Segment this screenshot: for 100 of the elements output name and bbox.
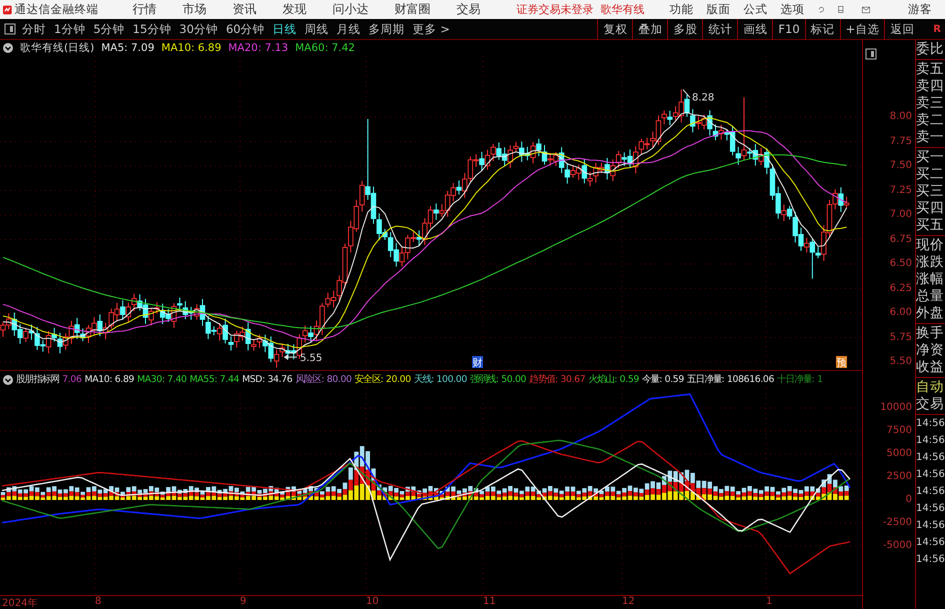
time-axis-label: 9: [240, 596, 246, 607]
indicator-value: 今量: 0.59: [642, 373, 684, 386]
indicator-value: 十日净量: 1: [777, 373, 823, 386]
time-axis-label: 2024年: [2, 597, 38, 609]
indicator-axis-label: -2500: [882, 517, 912, 529]
trade-time: 14:56: [916, 502, 945, 516]
trade-time: 14:56: [916, 519, 945, 533]
chart-title: 歌华有线(日线): [20, 41, 94, 55]
ma-legend: MA20: 7.13: [228, 42, 288, 54]
trade-tab[interactable]: 自动: [916, 379, 945, 396]
price-axis-label: 5.50: [890, 356, 912, 368]
trade-time: 14:56: [916, 451, 945, 465]
price-axis-label: 6.75: [890, 234, 912, 246]
indicator-axis-label: 5000: [886, 448, 912, 460]
indicator-value: 安全区: 20.00: [354, 373, 411, 386]
app-title: 通达信金融终端: [14, 2, 99, 17]
period-tab[interactable]: 多周期: [368, 22, 405, 36]
indicator-axis-label: 10000: [880, 402, 912, 414]
trade-tab[interactable]: 交易: [916, 396, 945, 413]
stock-name: 歌华有线: [600, 2, 645, 17]
low-price-label: 5.55: [300, 353, 322, 364]
quote-label: 现价: [916, 237, 945, 254]
quote-label: 卖一: [916, 129, 945, 146]
period-tab[interactable]: 分时: [22, 22, 46, 36]
period-tab[interactable]: 周线: [304, 22, 329, 36]
quote-label: 涨跌: [916, 254, 945, 271]
trade-time: 14:56: [916, 536, 945, 550]
trade-time: 14:56: [916, 468, 945, 482]
period-tab[interactable]: 15分钟: [132, 22, 172, 36]
quote-label: 买五: [916, 217, 945, 234]
quote-label: 买四: [916, 200, 945, 217]
indicator-title: 股朋指标网: [16, 373, 60, 386]
indicator-value: 火焰山: 0.59: [588, 373, 639, 386]
trade-time: 14:56: [916, 417, 945, 431]
quote-label: 换手: [916, 325, 945, 342]
period-tab[interactable]: 1分钟: [54, 22, 86, 36]
menu-item[interactable]: 市场: [182, 1, 207, 18]
login-status: 证券交易未登录: [516, 2, 594, 17]
indicator-axis-label: 2500: [886, 471, 912, 483]
menu-item[interactable]: 问小达: [332, 1, 369, 18]
price-axis-label: 7.25: [890, 184, 912, 196]
trade-time: 14:56: [916, 434, 945, 448]
price-axis-label: 5.75: [890, 332, 912, 344]
menu-item[interactable]: 交易: [456, 1, 481, 18]
trade-time: 14:56: [916, 485, 945, 499]
time-axis-label: 11: [483, 596, 496, 607]
time-axis-label: 8: [95, 596, 102, 607]
indicator-value: 五日净量: 108616.06: [686, 373, 774, 386]
menu-item[interactable]: 行情: [132, 1, 157, 18]
price-axis-label: 7.00: [890, 209, 912, 221]
quote-label: 外盘: [916, 305, 945, 322]
indicator-axis-label: -5000: [882, 540, 912, 552]
rights-mark: R: [933, 24, 941, 34]
price-axis-label: 6.00: [890, 307, 912, 319]
time-axis-label: 10: [366, 596, 379, 607]
time-axis-label: 1: [766, 596, 772, 607]
menu-item[interactable]: 选项: [780, 2, 805, 17]
quote-label: 买三: [916, 183, 945, 200]
period-tab[interactable]: 月线: [336, 22, 361, 36]
indicator-value: 强弱线: 50.00: [470, 373, 526, 386]
quote-label: 涨幅: [916, 271, 945, 288]
trade-time: 14:56: [916, 553, 945, 567]
menu-item[interactable]: 公式: [744, 2, 768, 17]
quote-label: 卖二: [916, 112, 945, 129]
indicator-value: MA30: 7.40: [137, 374, 187, 385]
ma-legend: MA60: 7.42: [295, 42, 355, 54]
price-axis-label: 6.50: [890, 258, 912, 270]
period-tab[interactable]: 5分钟: [93, 22, 125, 36]
indicator-value: 趋势值: 30.67: [529, 373, 586, 386]
quote-label: 买二: [916, 166, 945, 183]
price-axis-label: 7.50: [890, 160, 912, 172]
menu-item[interactable]: 资讯: [232, 1, 257, 18]
indicator-axis-label: 0: [906, 494, 912, 506]
indicator-value: MSD: 34.76: [242, 374, 292, 385]
quote-label: 卖四: [916, 78, 945, 95]
period-tab[interactable]: 更多 >: [412, 22, 450, 36]
menu-item[interactable]: 发现: [282, 1, 307, 18]
menu-item[interactable]: 功能: [670, 2, 694, 17]
menu-item[interactable]: 版面: [706, 2, 731, 17]
menu-item[interactable]: 财富圈: [394, 1, 431, 18]
indicator-value: MA10: 6.89: [84, 374, 134, 385]
price-axis-label: 8.00: [890, 111, 912, 123]
quote-label: 收益: [916, 359, 945, 376]
quote-label: 总量: [916, 288, 945, 305]
indicator-axis-label: 7500: [886, 425, 912, 437]
quote-label: 净资: [916, 342, 945, 359]
ma-legend: MA5: 7.09: [101, 42, 154, 54]
quote-label: 卖五: [916, 61, 945, 78]
period-tab[interactable]: 60分钟: [226, 22, 265, 36]
indicator-value: 风险区: 80.00: [295, 373, 352, 386]
quote-label: 卖三: [916, 95, 945, 112]
period-tab[interactable]: 30分钟: [179, 22, 218, 36]
price-axis-label: 7.75: [890, 136, 912, 148]
period-tab[interactable]: 日线: [272, 22, 297, 36]
ma-legend: MA10: 6.89: [161, 42, 222, 54]
indicator-value: 7.06: [62, 374, 82, 385]
user-label[interactable]: 游客: [908, 2, 932, 17]
price-axis-label: 6.25: [890, 282, 912, 294]
event-badge[interactable]: 财: [472, 356, 483, 369]
quote-label: 委比: [916, 41, 945, 58]
